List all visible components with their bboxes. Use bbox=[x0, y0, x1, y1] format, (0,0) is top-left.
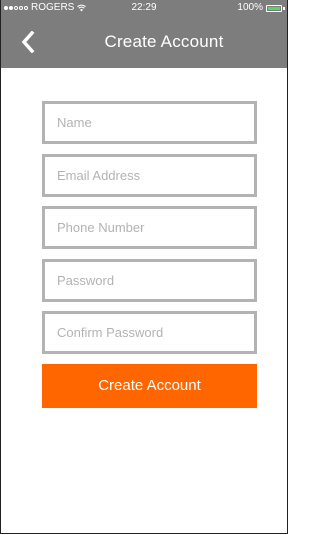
password-input[interactable] bbox=[45, 262, 254, 299]
confirm-password-field[interactable] bbox=[42, 311, 257, 354]
name-input[interactable] bbox=[45, 104, 254, 141]
create-account-button[interactable]: Create Account bbox=[42, 364, 257, 408]
email-input[interactable] bbox=[45, 157, 254, 194]
phone-input[interactable] bbox=[45, 209, 254, 246]
back-button[interactable] bbox=[15, 28, 41, 56]
phone-field[interactable] bbox=[42, 206, 257, 249]
battery-percent: 100% bbox=[237, 2, 263, 13]
email-field[interactable] bbox=[42, 154, 257, 197]
password-field[interactable] bbox=[42, 259, 257, 302]
confirm-password-input[interactable] bbox=[45, 314, 254, 351]
battery-level bbox=[268, 6, 280, 10]
navigation-bar: Create Account bbox=[1, 16, 287, 68]
page-title: Create Account bbox=[104, 32, 224, 51]
status-right: 100% bbox=[237, 0, 285, 16]
app-screen: ROGERS 22:29 100% Create Account Name Em… bbox=[0, 0, 288, 534]
status-bar: ROGERS 22:29 100% bbox=[1, 0, 287, 16]
chevron-left-icon bbox=[21, 31, 35, 53]
battery-tip bbox=[283, 6, 285, 10]
name-field[interactable] bbox=[42, 101, 257, 144]
battery-icon bbox=[266, 4, 282, 12]
